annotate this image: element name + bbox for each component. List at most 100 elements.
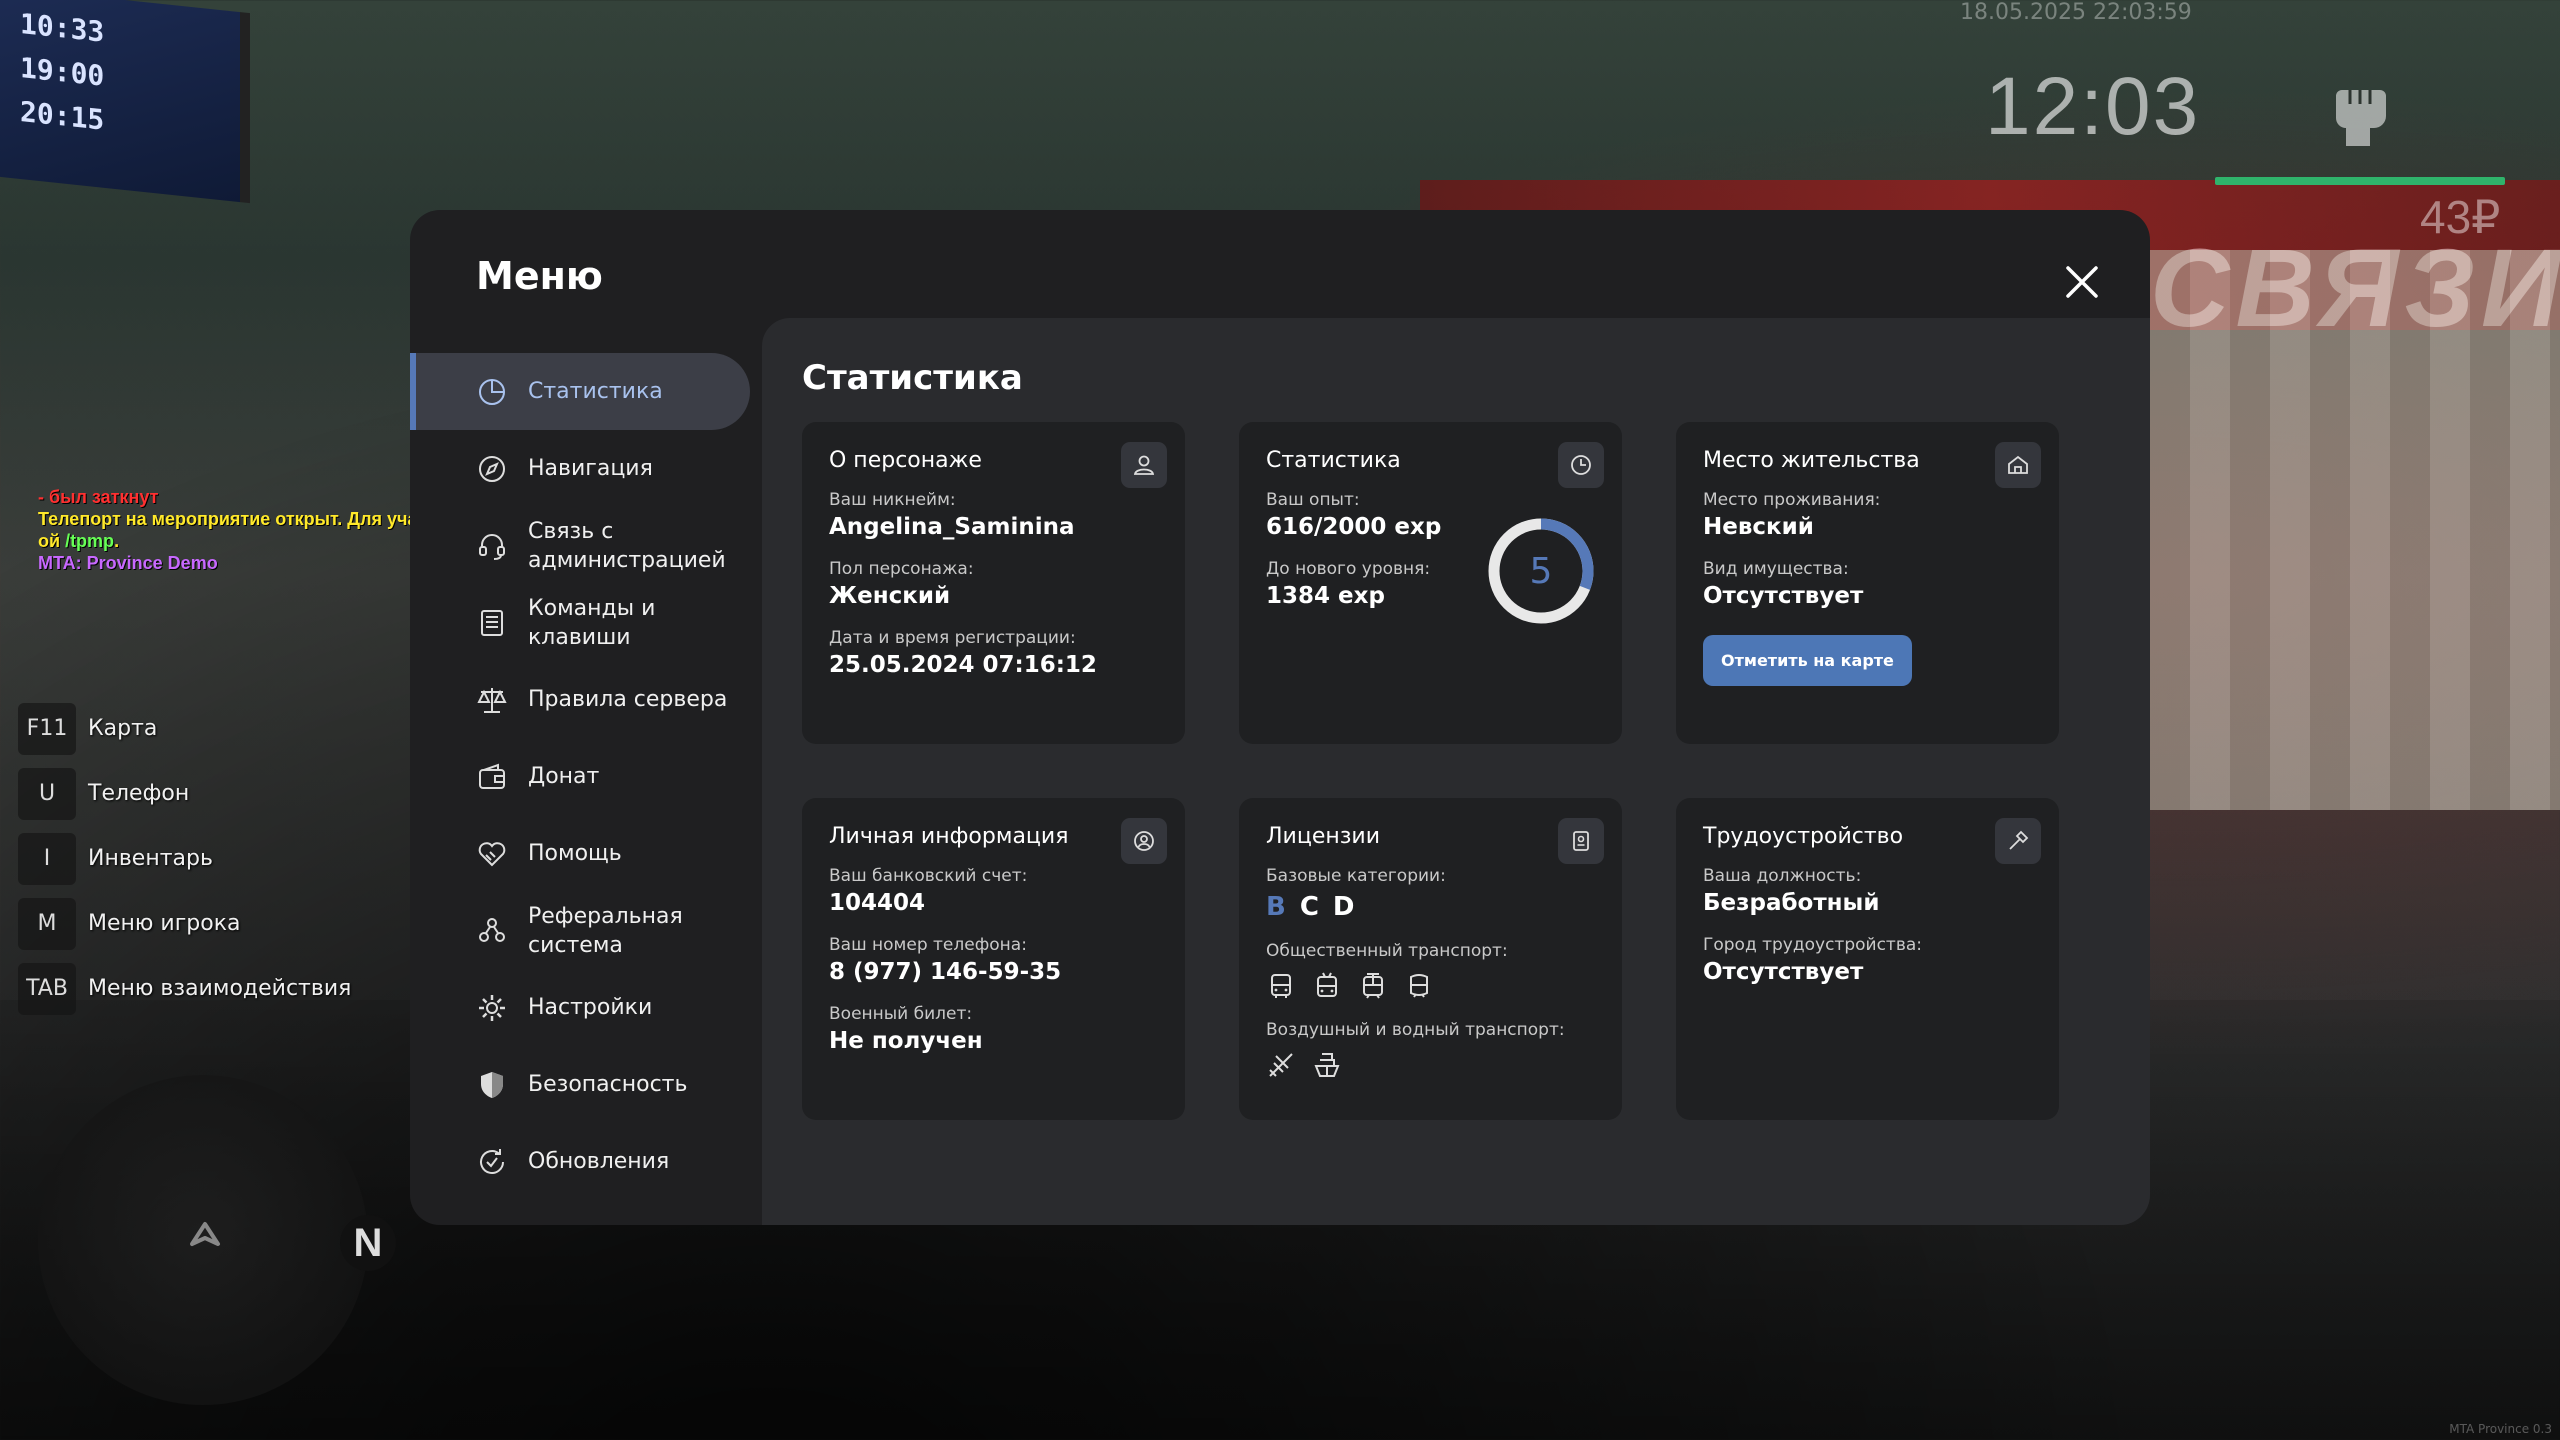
gear-icon — [479, 994, 505, 1021]
military-id-value: Не получен — [829, 1028, 983, 1054]
field-label: Вид имущества: — [1703, 559, 1849, 579]
key-cap: M — [18, 897, 76, 950]
compass-icon — [479, 455, 505, 482]
field-label: Ваш банковский счет: — [829, 866, 1028, 886]
field-label: Ваш опыт: — [1266, 490, 1360, 510]
level-progress-ring: 5 — [1488, 518, 1594, 624]
field-label: Воздушный и водный транспорт: — [1266, 1020, 1565, 1040]
people-network-icon — [479, 917, 505, 942]
bus-icon — [1271, 974, 1291, 998]
watermark: MTA Province 0.3 — [2449, 1422, 2552, 1436]
property-value: Отсутствует — [1703, 583, 1864, 609]
statistics-panel: Статистика О персонаже Ваш никнейм: Ange… — [762, 318, 2150, 1225]
nav-label: Навигация — [528, 456, 653, 481]
trolleybus-icon — [1317, 972, 1337, 997]
menu-sidebar: Статистика Навигация Связь с администрац… — [410, 353, 762, 1200]
nav-item-statistics[interactable]: Статистика — [410, 353, 750, 430]
level-number: 5 — [1530, 551, 1553, 592]
keybind-row: M Меню игрока — [18, 891, 351, 956]
keybind-row: F11 Карта — [18, 696, 351, 761]
nav-label: Команды и клавиши — [528, 595, 656, 650]
license-categories: B C D — [1266, 892, 1595, 922]
keybind-row: I Инвентарь — [18, 826, 351, 891]
field-label: Базовые категории: — [1266, 866, 1446, 886]
nav-item-rules[interactable]: Правила сервера — [410, 661, 762, 738]
health-bar — [2215, 177, 2505, 185]
hammer-icon — [1995, 818, 2041, 864]
nav-label: Связь с администрацией — [528, 518, 726, 573]
nav-label: Обновления — [528, 1149, 670, 1174]
keybind-row: TAB Меню взаимодействия — [18, 956, 351, 1021]
gender-value: Женский — [829, 583, 951, 609]
key-cap: TAB — [18, 962, 76, 1015]
field-label: Дата и время регистрации: — [829, 628, 1076, 648]
nav-item-updates[interactable]: Обновления — [410, 1123, 762, 1200]
keybind-label: Меню взаимодействия — [88, 976, 352, 1001]
player-arrow-icon — [190, 1222, 220, 1246]
nav-item-security[interactable]: Безопасность — [410, 1046, 762, 1123]
hud-clock: 12:03 — [1985, 61, 2201, 152]
card-title: Трудоустройство — [1703, 824, 1904, 849]
field-label: Ваша должность: — [1703, 866, 1862, 886]
keybind-label: Инвентарь — [88, 846, 213, 871]
nav-label: Правила сервера — [528, 687, 728, 712]
keybind-list: F11 Карта U Телефон I Инвентарь M Меню игрок… — [18, 696, 351, 1021]
card-title: О персонаже — [829, 448, 982, 473]
pie-chart-icon — [479, 378, 505, 405]
card-title: Лицензии — [1266, 824, 1381, 849]
nav-item-settings[interactable]: Настройки — [410, 969, 762, 1046]
card-character: О персонаже Ваш никнейм: Angelina_Samini… — [802, 422, 1185, 744]
hud-datetime: 18.05.2025 22:03:59 — [1960, 0, 2192, 25]
field-label: Ваш никнейм: — [829, 490, 956, 510]
nav-item-donate[interactable]: Донат — [410, 738, 762, 815]
mark-on-map-button[interactable]: Отметить на карте — [1703, 635, 1912, 686]
license-category-b: B — [1266, 892, 1286, 922]
schedule-board: 10:33 19:00 20:15 — [0, 0, 250, 204]
keybind-label: Карта — [88, 716, 158, 741]
hud-money: 43₽ — [2420, 191, 2501, 243]
keybind-label: Меню игрока — [88, 911, 241, 936]
nav-item-admin-contact[interactable]: Связь с администрацией — [410, 507, 762, 584]
card-title: Личная информация — [829, 824, 1069, 849]
key-cap: F11 — [18, 702, 76, 755]
card-personal-info: Личная информация Ваш банковский счет: 1… — [802, 798, 1185, 1120]
keybind-row: U Телефон — [18, 761, 351, 826]
metro-icon — [1410, 974, 1428, 998]
house-icon — [1995, 442, 2041, 488]
shield-icon — [481, 1071, 503, 1098]
refresh-check-icon — [480, 1148, 504, 1174]
scales-icon — [477, 687, 507, 713]
card-residence: Место жительства Место проживания: Невск… — [1676, 422, 2059, 744]
position-value: Безработный — [1703, 890, 1880, 916]
close-icon[interactable] — [2060, 260, 2104, 304]
nav-item-navigation[interactable]: Навигация — [410, 430, 762, 507]
handshake-heart-icon — [478, 841, 506, 866]
field-label: Ваш номер телефона: — [829, 935, 1027, 955]
field-label: Военный билет: — [829, 1004, 973, 1024]
public-transport-icons — [1266, 971, 1595, 1001]
residence-value: Невский — [1703, 514, 1814, 540]
wallet-icon — [479, 763, 505, 789]
card-title: Место жительства — [1703, 448, 1920, 473]
nav-label: Донат — [528, 764, 600, 789]
phone-value: 8 (977) 146-59-35 — [829, 959, 1062, 985]
job-city-value: Отсутствует — [1703, 959, 1864, 985]
document-list-icon — [481, 609, 503, 636]
card-title: Статистика — [1266, 448, 1401, 473]
ship-icon — [1314, 1053, 1340, 1077]
nav-item-commands[interactable]: Команды и клавиши — [410, 584, 762, 661]
card-employment: Трудоустройство Ваша должность: Безработ… — [1676, 798, 2059, 1120]
nav-item-referral[interactable]: Реферальная система — [410, 892, 762, 969]
user-icon — [1121, 442, 1167, 488]
plane-icon — [1269, 1053, 1293, 1077]
bank-account-value: 104404 — [829, 890, 926, 916]
license-document-icon — [1558, 818, 1604, 864]
player-menu-modal: Меню Статистика Навигация Связь с админи… — [410, 210, 2150, 1225]
field-label: Место проживания: — [1703, 490, 1881, 510]
keybind-label: Телефон — [88, 781, 190, 806]
air-water-transport-icons — [1266, 1050, 1595, 1080]
registration-value: 25.05.2024 07:16:12 — [829, 652, 1097, 678]
nav-label: Безопасность — [528, 1072, 688, 1097]
nav-item-help[interactable]: Помощь — [410, 815, 762, 892]
card-statistics: Статистика Ваш опыт: 616/2000 exp До нов… — [1239, 422, 1622, 744]
